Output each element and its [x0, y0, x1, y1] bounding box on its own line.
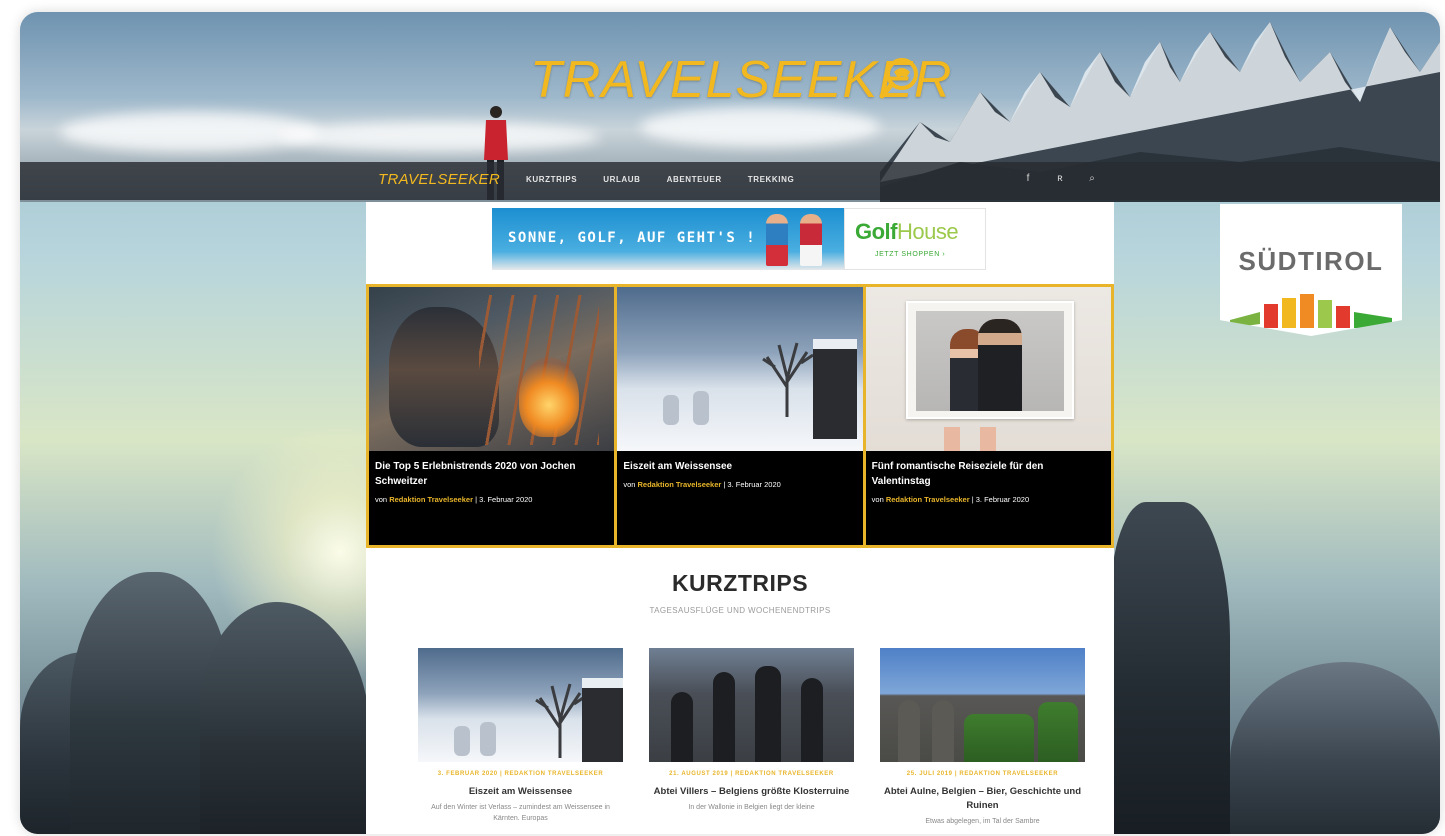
- main-content: SONNE, GOLF, AUF GEHT'S ! GolfHouse JETZ…: [366, 202, 1114, 834]
- nav-menu: KURZTRIPS URLAUB ABENTEUER TREKKING: [526, 175, 794, 184]
- featured-posts: Die Top 5 Erlebnistrends 2020 von Jochen…: [366, 284, 1114, 548]
- image-tree: [762, 342, 815, 417]
- nav-item-trekking[interactable]: TREKKING: [748, 175, 795, 184]
- browser-viewport: TRAVELSEEKER TRAVELSEEKER KURZTRIPS URLA…: [20, 12, 1440, 834]
- rock-formation: [1110, 502, 1230, 834]
- meta-by: von: [623, 480, 636, 489]
- trip-image[interactable]: [418, 648, 623, 762]
- post-date: | 3. Februar 2020: [969, 495, 1030, 504]
- trip-list: 3. FEBRUAR 2020 | REDAKTION TRAVELSEEKER…: [418, 648, 1085, 827]
- cloud: [640, 107, 880, 147]
- trip-excerpt: Etwas abgelegen, im Tal der Sambre: [925, 818, 1040, 825]
- image-couple: [915, 311, 1064, 411]
- trip-meta: 3. FEBRUAR 2020 | REDAKTION TRAVELSEEKER: [437, 771, 604, 777]
- logo-magnifier-icon: [879, 58, 918, 99]
- trip-meta: 25. JULI 2019 | REDAKTION TRAVELSEEKER: [906, 771, 1059, 777]
- featured-title[interactable]: Eiszeit am Weissensee: [623, 459, 856, 474]
- featured-card[interactable]: Eiszeit am Weissensee von Redaktion Trav…: [617, 287, 863, 545]
- meta-by: von: [375, 495, 388, 504]
- suedtirol-stripes-icon: [1230, 294, 1392, 328]
- trip-image[interactable]: [649, 648, 854, 762]
- golfer-figure: [800, 214, 822, 266]
- trip-excerpt: In der Wallonie in Belgien liegt der kle…: [688, 804, 815, 811]
- trip-image[interactable]: [880, 648, 1085, 762]
- suedtirol-logo: SÜDTIROL: [1238, 246, 1384, 276]
- author-link[interactable]: Redaktion Travelseeker: [389, 495, 473, 504]
- trip-title[interactable]: Abtei Aulne, Belgien – Bier, Geschichte …: [880, 785, 1085, 813]
- ad-banner-image: SONNE, GOLF, AUF GEHT'S !: [492, 208, 844, 270]
- image-arch: [755, 666, 781, 762]
- section-subtitle: TAGESAUSFLÜGE UND WOCHENENDTRIPS: [649, 606, 831, 615]
- image-arch: [898, 700, 920, 762]
- trip-card[interactable]: 25. JULI 2019 | REDAKTION TRAVELSEEKER A…: [880, 648, 1085, 827]
- main-navbar: TRAVELSEEKER KURZTRIPS URLAUB ABENTEUER …: [20, 162, 1440, 200]
- featured-title[interactable]: Die Top 5 Erlebnistrends 2020 von Jochen…: [375, 459, 608, 489]
- featured-title[interactable]: Fünf romantische Reiseziele für den Vale…: [872, 459, 1105, 489]
- image-ivy: [964, 714, 1034, 762]
- rock-formation: [1230, 662, 1440, 834]
- image-arch: [932, 700, 954, 762]
- image-man: [977, 319, 1022, 411]
- nav-item-kurztrips[interactable]: KURZTRIPS: [526, 175, 577, 184]
- featured-card-body: Eiszeit am Weissensee von Redaktion Trav…: [617, 451, 862, 492]
- featured-meta: von Redaktion Travelseeker | 3. Februar …: [375, 493, 608, 507]
- image-snowman: [693, 391, 710, 425]
- image-arch: [671, 692, 693, 762]
- trip-card[interactable]: 3. FEBRUAR 2020 | REDAKTION TRAVELSEEKER…: [418, 648, 623, 827]
- featured-meta: von Redaktion Travelseeker | 3. Februar …: [872, 493, 1105, 507]
- post-date: | 3. Februar 2020: [472, 495, 533, 504]
- featured-image[interactable]: [865, 287, 1111, 451]
- cloud: [60, 112, 320, 152]
- nav-item-abenteuer[interactable]: ABENTEUER: [667, 175, 722, 184]
- rss-icon[interactable]: ʀ: [1054, 173, 1066, 184]
- trip-excerpt: Auf den Winter ist Verlass – zumindest a…: [431, 804, 610, 822]
- image-legs: [943, 427, 1024, 451]
- ad-brand-panel: GolfHouse JETZT SHOPPEN ›: [844, 208, 986, 270]
- featured-meta: von Redaktion Travelseeker | 3. Februar …: [623, 478, 856, 492]
- image-hut: [582, 678, 623, 762]
- search-icon[interactable]: ⌕: [1086, 173, 1098, 184]
- ad-slogan: SONNE, GOLF, AUF GEHT'S !: [508, 230, 757, 246]
- ad-brand-sub: House: [897, 219, 959, 244]
- cloud: [280, 122, 600, 152]
- image-snowman: [480, 722, 496, 756]
- nav-icons: f ʀ ⌕: [1022, 173, 1098, 184]
- site-header: TRAVELSEEKER TRAVELSEEKER KURZTRIPS URLA…: [20, 12, 1440, 202]
- author-link[interactable]: Redaktion Travelseeker: [638, 480, 722, 489]
- suedtirol-ad[interactable]: SÜDTIROL: [1220, 204, 1402, 336]
- section-title: KURZTRIPS: [671, 570, 809, 596]
- featured-image[interactable]: [369, 287, 615, 451]
- ad-brand-logo: GolfHouse: [855, 219, 959, 245]
- ad-cta[interactable]: JETZT SHOPPEN ›: [875, 251, 945, 258]
- trip-meta: 21. AUGUST 2019 | REDAKTION TRAVELSEEKER: [669, 771, 834, 777]
- image-arch: [713, 672, 735, 762]
- ad-banner[interactable]: SONNE, GOLF, AUF GEHT'S ! GolfHouse JETZ…: [492, 208, 986, 270]
- post-date: | 3. Februar 2020: [721, 480, 781, 489]
- featured-image[interactable]: [617, 287, 863, 451]
- nav-item-urlaub[interactable]: URLAUB: [603, 175, 640, 184]
- nav-logo[interactable]: TRAVELSEEKER: [378, 171, 500, 188]
- image-arch: [801, 678, 823, 762]
- image-tree: [535, 683, 587, 758]
- meta-by: von: [871, 495, 884, 504]
- ad-brand-main: Golf: [855, 219, 898, 244]
- featured-card[interactable]: Die Top 5 Erlebnistrends 2020 von Jochen…: [369, 287, 615, 545]
- image-ivy: [1038, 702, 1078, 762]
- trip-title[interactable]: Eiszeit am Weissensee: [418, 785, 623, 799]
- facebook-icon[interactable]: f: [1022, 173, 1034, 184]
- image-snowman: [663, 395, 680, 425]
- author-link[interactable]: Redaktion Travelseeker: [886, 495, 970, 504]
- trip-card[interactable]: 21. AUGUST 2019 | REDAKTION TRAVELSEEKER…: [649, 648, 854, 827]
- golfer-figure: [766, 214, 788, 266]
- trip-title[interactable]: Abtei Villers – Belgiens größte Klosterr…: [649, 785, 854, 799]
- featured-card-body: Die Top 5 Erlebnistrends 2020 von Jochen…: [369, 451, 614, 507]
- image-hut: [813, 339, 858, 439]
- image-snowman: [454, 726, 470, 756]
- featured-card-body: Fünf romantische Reiseziele für den Vale…: [866, 451, 1111, 507]
- image-flame: [519, 357, 579, 437]
- image-photo-frame: [905, 301, 1074, 419]
- featured-card[interactable]: Fünf romantische Reiseziele für den Vale…: [865, 287, 1111, 545]
